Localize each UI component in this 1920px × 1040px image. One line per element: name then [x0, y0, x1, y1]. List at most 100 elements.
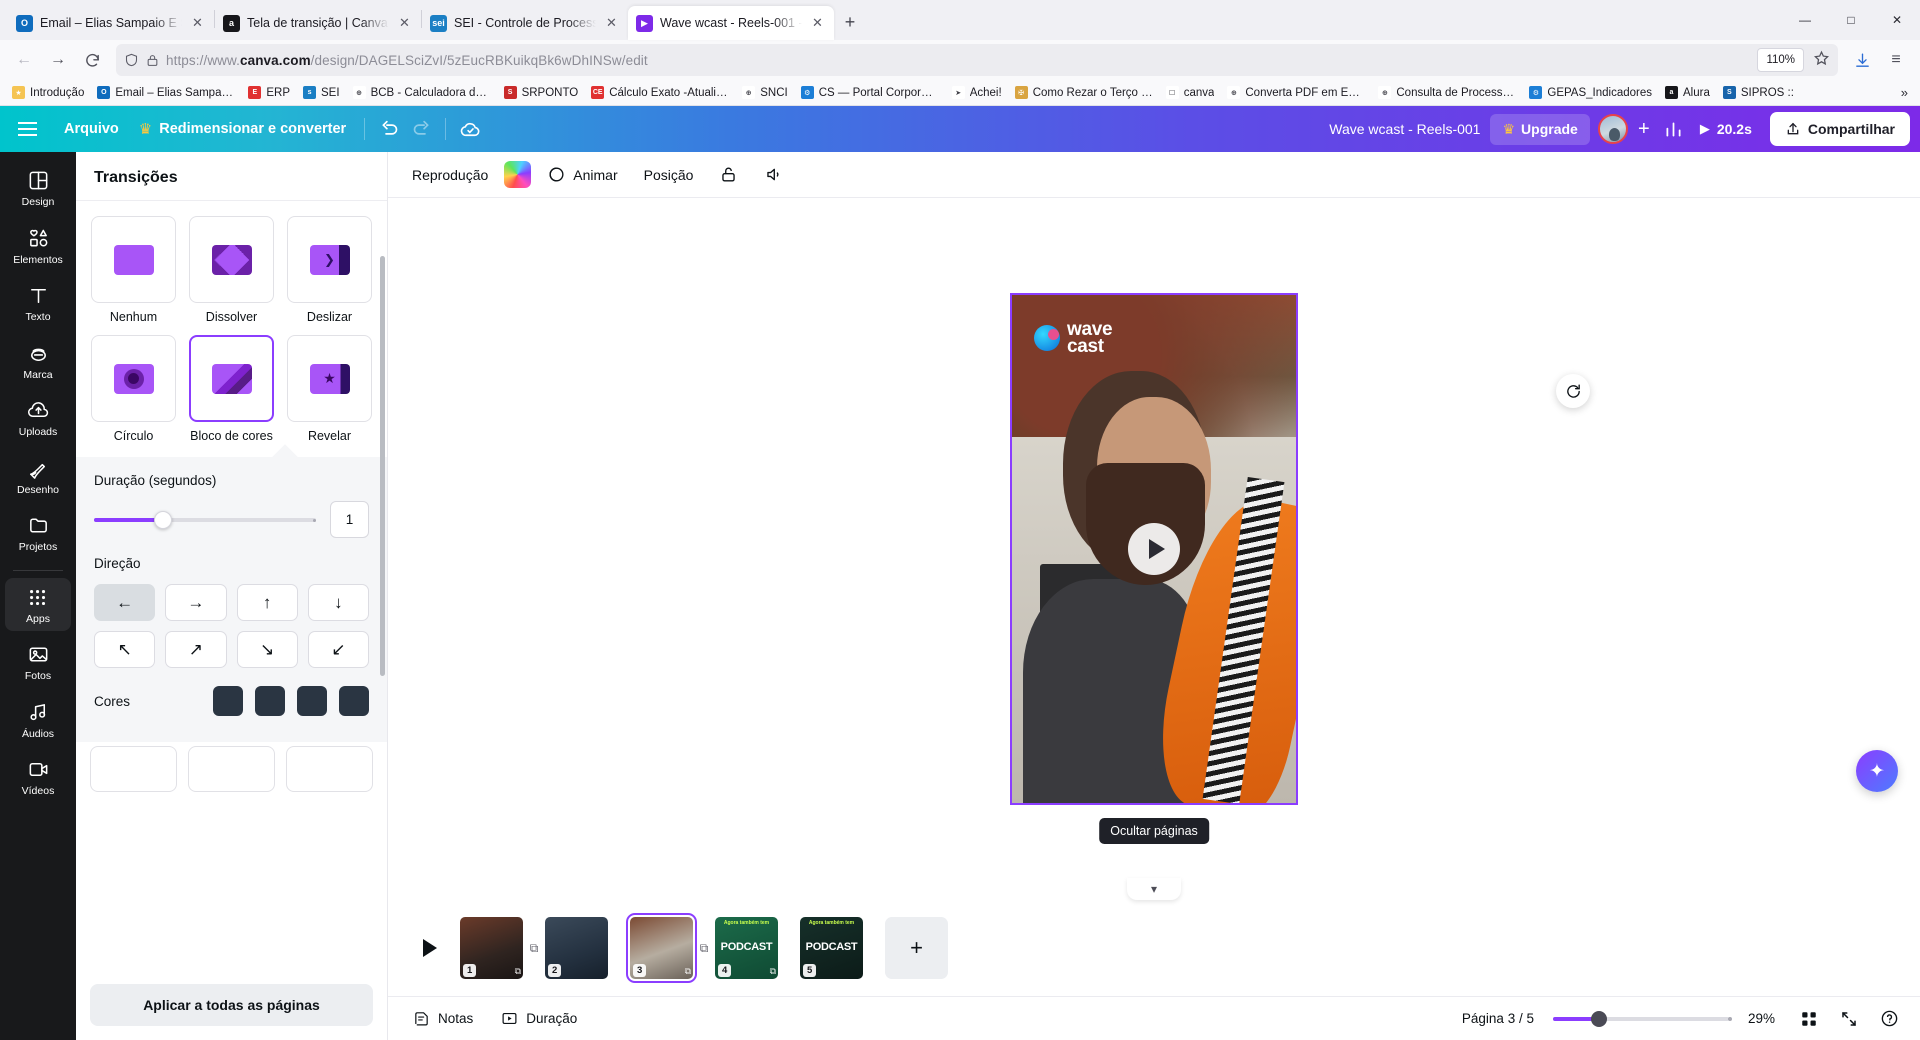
transition-badge-icon[interactable]: ⧉	[770, 966, 776, 977]
rail-item-uploads[interactable]: Uploads	[5, 390, 71, 445]
page-thumbnail-3[interactable]: 3 ⧉	[626, 913, 697, 983]
bookmarks-overflow-button[interactable]: »	[1895, 85, 1914, 100]
transition-card-extra-2[interactable]	[188, 746, 275, 792]
apply-all-pages-button[interactable]: Aplicar a todas as páginas	[90, 984, 373, 1026]
rail-item-texto[interactable]: Texto	[5, 275, 71, 330]
arrow-up-left-icon[interactable]: ↖	[94, 631, 156, 668]
bookmark-16[interactable]: a Alura	[1659, 84, 1716, 101]
preview-duration-button[interactable]: ▶ 20.2s	[1690, 115, 1762, 143]
transition-color-block-icon[interactable]	[189, 335, 274, 422]
bookmark-star-icon[interactable]	[1813, 50, 1830, 67]
transition-card-extra-3[interactable]	[286, 746, 373, 792]
zoom-slider[interactable]	[1552, 1010, 1732, 1027]
undo-icon[interactable]	[373, 113, 405, 145]
playback-button[interactable]: Reprodução	[402, 160, 498, 190]
transition-gap-1[interactable]: ⧉	[523, 941, 545, 956]
browser-tab-4[interactable]: ▶ Wave wcast - Reels-001 - Story ✕	[628, 6, 834, 40]
tracking-shield-icon[interactable]	[124, 52, 139, 68]
browser-tab-1[interactable]: O Email – Elias Sampaio E Silva – Ou ✕	[8, 6, 214, 40]
user-avatar[interactable]	[1597, 114, 1628, 144]
bookmark-2[interactable]: O Email – Elias Sampaio ...	[91, 84, 241, 101]
arrow-up-right-icon[interactable]: ↗	[165, 631, 227, 668]
help-icon[interactable]	[1874, 1004, 1904, 1034]
transition-slide-icon[interactable]: ❯	[287, 216, 372, 303]
color-swatch-3[interactable]	[297, 686, 327, 716]
lock-icon[interactable]	[709, 158, 748, 191]
app-menu-button[interactable]: ≡	[1880, 44, 1912, 76]
rail-item-fotos[interactable]: Fotos	[5, 634, 71, 689]
back-button[interactable]: ←	[8, 44, 40, 76]
design-page[interactable]: wave cast	[1010, 293, 1298, 805]
tab-close-icon[interactable]: ✕	[189, 15, 206, 32]
color-swatch-2[interactable]	[255, 686, 285, 716]
bookmark-13[interactable]: ⊕ Converta PDF em Exce...	[1221, 84, 1371, 101]
bookmark-5[interactable]: ⊕ BCB - Calculadora do ...	[347, 84, 497, 101]
bookmark-8[interactable]: ⊕ SNCI	[736, 84, 793, 101]
panel-scrollbar[interactable]	[380, 256, 385, 676]
transition-gap-3[interactable]: ⧉	[693, 941, 715, 956]
position-button[interactable]: Posição	[634, 160, 704, 190]
transition-none-icon[interactable]	[91, 216, 176, 303]
regenerate-icon[interactable]	[1556, 374, 1590, 408]
downloads-button[interactable]	[1846, 44, 1878, 76]
tab-close-icon[interactable]: ✕	[809, 15, 826, 32]
notes-button[interactable]: Notas	[404, 1004, 482, 1033]
play-overlay-icon[interactable]	[1128, 523, 1180, 575]
duration-slider-handle[interactable]	[153, 510, 172, 529]
zoom-value[interactable]: 29%	[1739, 1005, 1784, 1032]
add-collaborator-button[interactable]: +	[1630, 115, 1658, 143]
transition-circle-icon[interactable]	[91, 335, 176, 422]
browser-tab-2[interactable]: a Tela de transição | Canva: criando ✕	[215, 6, 421, 40]
zoom-slider-handle[interactable]	[1590, 1010, 1607, 1027]
transition-reveal-icon[interactable]: ★	[287, 335, 372, 422]
bookmark-14[interactable]: ⊕ Consulta de Processo ...	[1372, 84, 1522, 101]
rail-item-marca[interactable]: Marca	[5, 333, 71, 388]
upgrade-button[interactable]: ♛ Upgrade	[1490, 113, 1590, 145]
share-button[interactable]: Compartilhar	[1769, 112, 1910, 146]
rail-item-udios[interactable]: Áudios	[5, 692, 71, 747]
tab-close-icon[interactable]: ✕	[603, 15, 620, 32]
volume-icon[interactable]	[754, 158, 793, 191]
transition-dissolve-icon[interactable]	[189, 216, 274, 303]
analytics-icon[interactable]	[1658, 113, 1690, 145]
close-window-button[interactable]: ✕	[1874, 0, 1920, 40]
transition-badge-icon[interactable]: ⧉	[685, 966, 691, 977]
transition-card-6[interactable]: ★ Revelar	[286, 335, 373, 443]
redo-icon[interactable]	[405, 113, 437, 145]
color-palette-icon[interactable]	[504, 161, 532, 188]
chevron-down-icon[interactable]: ▾	[1127, 878, 1181, 900]
bookmark-4[interactable]: s SEI	[297, 84, 346, 101]
bookmark-11[interactable]: ✠ Como Rezar o Terço - ...	[1009, 84, 1159, 101]
duration-button[interactable]: Duração	[492, 1004, 586, 1033]
bookmark-9[interactable]: ⚙ CS — Portal Corporati...	[795, 84, 945, 101]
page-thumbnail-1[interactable]: 1 ⧉	[460, 917, 523, 979]
resize-convert-button[interactable]: ♛ Redimensionar e converter	[129, 114, 356, 144]
bookmark-7[interactable]: CE Cálculo Exato -Atualiz...	[585, 84, 735, 101]
bookmark-6[interactable]: S SRPONTO	[498, 84, 585, 101]
hamburger-icon[interactable]	[0, 106, 54, 152]
fullscreen-icon[interactable]	[1834, 1004, 1864, 1034]
rail-item-apps[interactable]: Apps	[5, 577, 71, 631]
page-thumbnail-2[interactable]: 2	[545, 917, 608, 979]
arrow-right-icon[interactable]: →	[165, 584, 227, 621]
cloud-saved-icon[interactable]	[454, 113, 486, 145]
arrow-left-icon[interactable]: ←	[94, 584, 156, 621]
transition-card-1[interactable]: Nenhum	[90, 216, 177, 324]
arrow-down-right-icon[interactable]: ↘	[236, 631, 298, 668]
address-bar[interactable]: https://www.canva.com/design/DAGELSciZvI…	[116, 44, 1838, 76]
rail-item-desenho[interactable]: Desenho	[5, 448, 71, 503]
bookmark-17[interactable]: S SIPROS ::	[1717, 84, 1800, 101]
maximize-button[interactable]: □	[1828, 0, 1874, 40]
duration-input[interactable]: 1	[330, 501, 369, 538]
rail-item-elementos[interactable]: Elementos	[5, 218, 71, 273]
add-page-button[interactable]: +	[885, 917, 948, 979]
tab-close-icon[interactable]: ✕	[396, 15, 413, 32]
magic-studio-icon[interactable]: ✦	[1856, 750, 1898, 792]
bookmark-1[interactable]: ★ Introdução	[6, 84, 90, 101]
page-thumbnail-4[interactable]: Agora também tem PODCAST 4 ⧉	[715, 917, 778, 979]
reload-button[interactable]	[76, 44, 108, 76]
transition-badge-icon[interactable]: ⧉	[515, 966, 521, 977]
transition-card-4[interactable]: Círculo	[90, 335, 177, 443]
minimize-button[interactable]: —	[1782, 0, 1828, 40]
color-swatch-4[interactable]	[339, 686, 369, 716]
